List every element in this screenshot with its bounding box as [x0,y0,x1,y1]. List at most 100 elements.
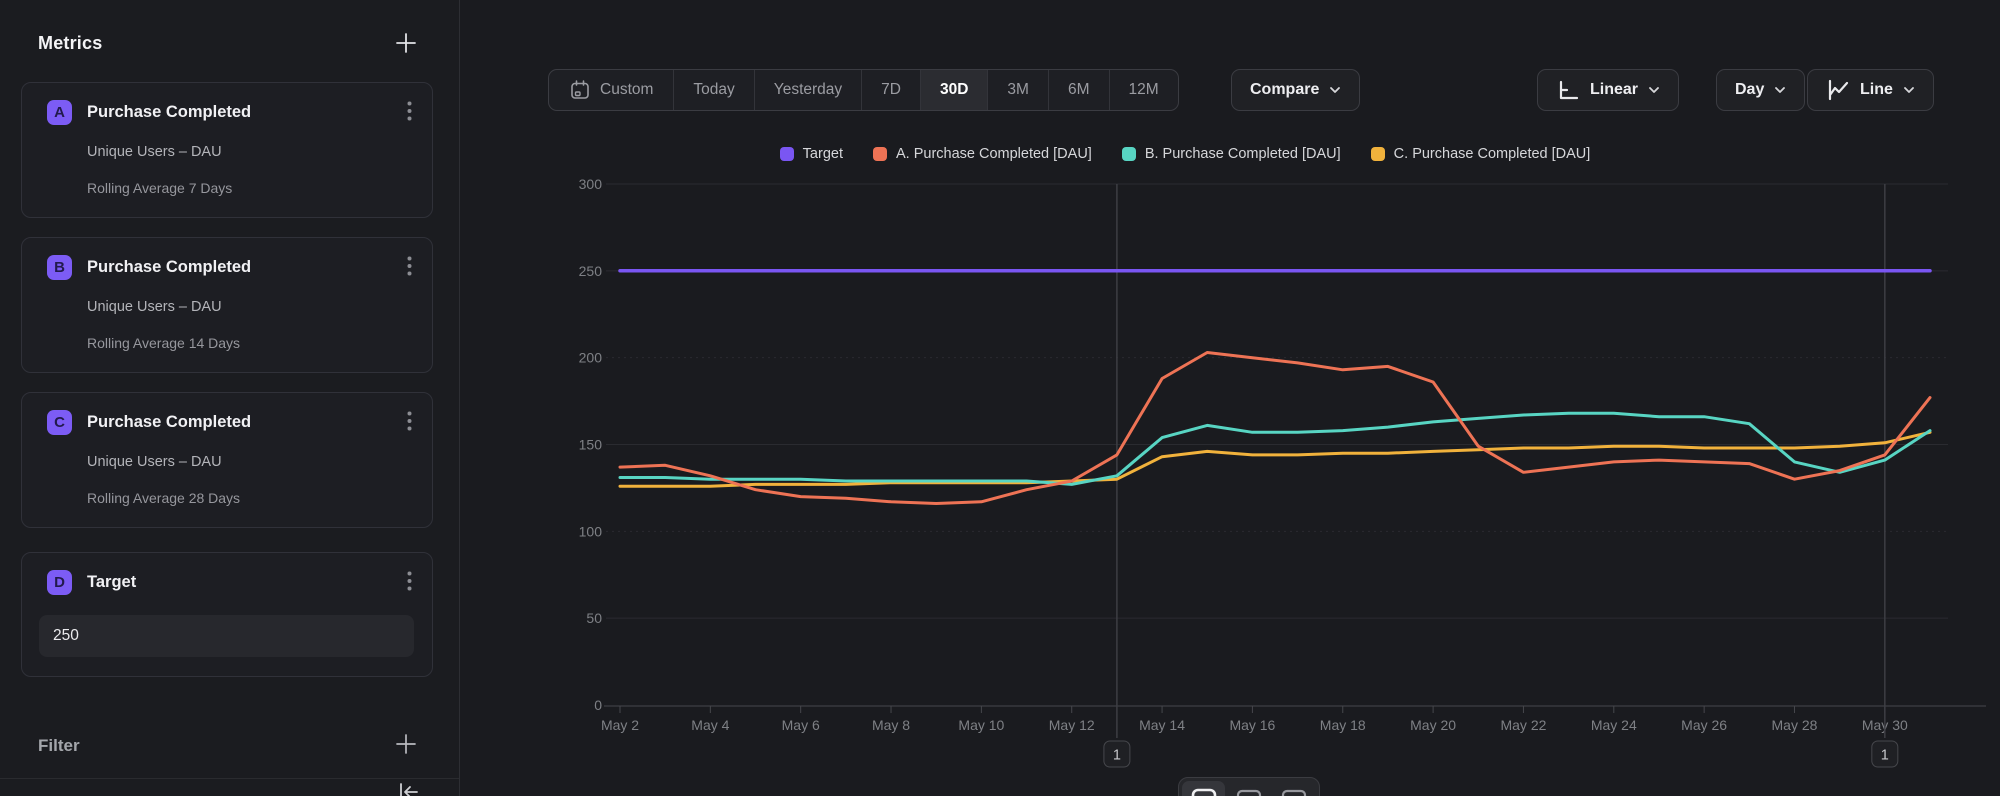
svg-text:50: 50 [586,610,602,626]
metric-title: Purchase Completed [87,413,251,432]
range-today[interactable]: Today [673,70,753,110]
metrics-sidebar: Metrics A Purchase Completed Unique User… [0,0,460,796]
legend-item-c[interactable]: C. Purchase Completed [DAU] [1371,146,1591,162]
metric-badge-d: D [47,570,72,595]
collapse-sidebar-button[interactable] [397,781,421,796]
legend-item-a[interactable]: A. Purchase Completed [DAU] [873,146,1092,162]
metric-menu-button[interactable] [398,252,420,280]
metric-measure: Unique Users – DAU [87,144,222,160]
target-value-input[interactable] [39,615,414,657]
range-label: Today [693,81,734,99]
legend-label: Target [803,146,843,162]
kebab-icon [407,256,412,276]
range-custom[interactable]: Custom [549,70,673,110]
kebab-icon [407,571,412,591]
metric-measure: Unique Users – DAU [87,299,222,315]
svg-text:May 16: May 16 [1229,717,1275,733]
svg-text:250: 250 [579,263,603,279]
range-3m[interactable]: 3M [987,70,1048,110]
svg-text:0: 0 [594,697,602,713]
range-12m[interactable]: 12M [1109,70,1178,110]
target-menu-button[interactable] [398,567,420,595]
svg-text:100: 100 [579,523,603,539]
compare-dropdown[interactable]: Compare [1231,69,1360,111]
chart-view-toggle [1178,777,1320,796]
linear-axis-icon [1556,79,1580,101]
range-label: 12M [1129,81,1159,99]
chart-type-dropdown[interactable]: Line [1807,69,1934,111]
add-filter-button[interactable] [393,731,419,757]
metric-title: Purchase Completed [87,103,251,122]
metric-measure: Unique Users – DAU [87,454,222,470]
svg-text:300: 300 [579,176,603,192]
svg-text:May 8: May 8 [872,717,910,733]
svg-text:May 4: May 4 [691,717,729,733]
svg-text:May 2: May 2 [601,717,639,733]
range-label: 3M [1007,81,1029,99]
view-toggle-breakdown[interactable] [1273,781,1316,796]
sidebar-title: Metrics [38,33,102,54]
kebab-icon [407,411,412,431]
chart-view-icon [1190,788,1218,796]
legend-swatch-a [873,147,887,161]
range-label: 30D [940,81,968,99]
legend-swatch-target [780,147,794,161]
svg-text:May 22: May 22 [1500,717,1546,733]
metric-card-c[interactable]: C Purchase Completed Unique Users – DAU … [21,392,433,528]
chevron-down-icon [1329,86,1341,94]
metric-menu-button[interactable] [398,97,420,125]
range-label: 7D [881,81,901,99]
add-metric-button[interactable] [393,30,419,56]
table-view-icon [1235,788,1263,796]
scale-label: Linear [1590,81,1638,99]
target-card[interactable]: D Target [21,552,433,677]
legend-label: A. Purchase Completed [DAU] [896,146,1092,162]
plus-icon [393,30,419,56]
metric-menu-button[interactable] [398,407,420,435]
range-label: Yesterday [774,81,842,99]
sidebar-footer-divider [0,778,459,779]
metric-card-b[interactable]: B Purchase Completed Unique Users – DAU … [21,237,433,373]
range-30d[interactable]: 30D [920,70,987,110]
scale-dropdown[interactable]: Linear [1537,69,1679,111]
metric-badge-a: A [47,100,72,125]
range-label: Custom [600,81,653,99]
svg-text:200: 200 [579,350,603,366]
metric-badge-c: C [47,410,72,435]
view-toggle-table[interactable] [1227,781,1270,796]
chevron-down-icon [1648,86,1660,94]
filter-section-title: Filter [38,736,80,756]
chart-legend: Target A. Purchase Completed [DAU] B. Pu… [540,146,1830,162]
chart-type-label: Line [1860,81,1893,99]
metric-card-a[interactable]: A Purchase Completed Unique Users – DAU … [21,82,433,218]
metric-title: Purchase Completed [87,258,251,277]
range-yesterday[interactable]: Yesterday [754,70,861,110]
metric-badge-b: B [47,255,72,280]
chevron-down-icon [1903,86,1915,94]
svg-text:150: 150 [579,437,603,453]
legend-label: C. Purchase Completed [DAU] [1394,146,1591,162]
range-7d[interactable]: 7D [861,70,920,110]
legend-swatch-b [1122,147,1136,161]
breakdown-view-icon [1280,788,1308,796]
range-6m[interactable]: 6M [1048,70,1109,110]
svg-text:May 26: May 26 [1681,717,1727,733]
granularity-dropdown[interactable]: Day [1716,69,1805,111]
metrics-line-chart[interactable]: 0 50 100 150 200 250 300 May 2 May 4 May 6 May 8 Ma… [540,170,2000,796]
compare-label: Compare [1250,81,1319,99]
legend-item-target[interactable]: Target [780,146,843,162]
target-title: Target [87,573,136,592]
svg-text:1: 1 [1113,748,1121,764]
plus-icon [393,731,419,757]
svg-text:May 6: May 6 [782,717,820,733]
metrics-dashboard: Metrics A Purchase Completed Unique User… [0,0,2000,796]
view-toggle-chart[interactable] [1182,781,1225,796]
calendar-icon [569,79,591,101]
svg-text:May 10: May 10 [958,717,1004,733]
range-label: 6M [1068,81,1090,99]
date-range-picker: Custom Today Yesterday 7D 30D 3M 6M 12M [548,69,1179,111]
legend-item-b[interactable]: B. Purchase Completed [DAU] [1122,146,1341,162]
svg-text:May 20: May 20 [1410,717,1456,733]
collapse-left-icon [397,781,421,796]
granularity-label: Day [1735,81,1764,99]
